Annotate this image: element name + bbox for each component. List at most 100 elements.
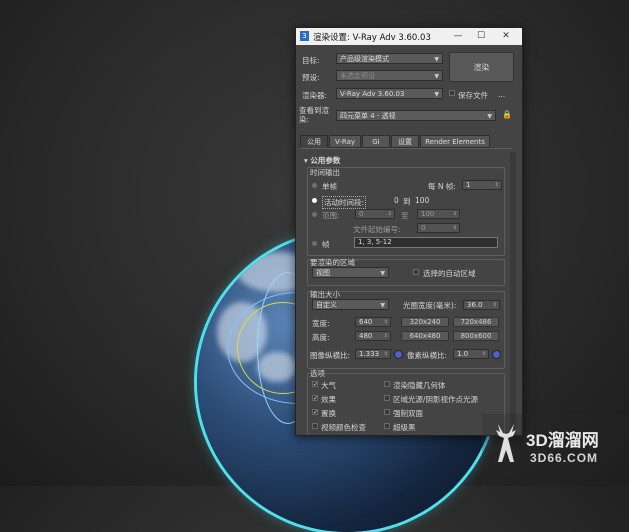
range-to-label: 至 xyxy=(401,211,409,220)
render-button[interactable]: 渲染 xyxy=(449,52,514,82)
frames-label: 帧 xyxy=(322,240,330,249)
auto-region-label: 选择的自动区域 xyxy=(423,269,476,278)
width-value: 640 xyxy=(359,318,373,326)
panel-scrollbar[interactable] xyxy=(510,152,516,435)
spinner-arrows-icon: ⇳ xyxy=(383,333,388,339)
tab-gi[interactable]: GI xyxy=(362,135,390,148)
rollout-title-text: 公用参数 xyxy=(310,156,341,165)
auto-region-checkbox[interactable] xyxy=(413,269,419,275)
preset-value: 未选定预设 xyxy=(340,72,375,80)
range-to-value: 100 xyxy=(421,210,435,218)
preset-800x600-button[interactable]: 800x600 xyxy=(453,331,499,341)
video-color-check-checkbox[interactable] xyxy=(312,423,318,429)
tab-render-elements[interactable]: Render Elements xyxy=(420,135,490,148)
aperture-label: 光圈宽度(毫米): xyxy=(403,301,457,310)
view-label: 查看到渲染: xyxy=(299,106,329,124)
preset-320x240-button[interactable]: 320x240 xyxy=(401,317,449,327)
displacement-label: 置换 xyxy=(321,409,336,418)
single-frame-radio[interactable] xyxy=(312,183,317,188)
view-value: 四元菜单 4 - 透视 xyxy=(340,112,396,120)
area-dropdown[interactable]: 视图 ▼ xyxy=(312,267,389,278)
height-spinner[interactable]: 480 ⇳ xyxy=(355,331,391,341)
output-preset-dropdown[interactable]: 自定义 ▼ xyxy=(312,299,389,310)
lock-icon[interactable]: 🔒 xyxy=(502,110,512,119)
super-black-checkbox[interactable] xyxy=(384,423,390,429)
range-label: 范围: xyxy=(322,211,340,220)
pixel-aspect-value: 1.0 xyxy=(457,350,469,358)
tab-common[interactable]: 公用 xyxy=(300,135,328,148)
atmosphere-label: 大气 xyxy=(321,381,336,390)
every-n-label: 每 N 帧: xyxy=(428,182,456,191)
chevron-down-icon: ▼ xyxy=(434,73,439,80)
active-to-label: 到 xyxy=(403,197,411,206)
preset-640x480-button[interactable]: 640x480 xyxy=(401,331,449,341)
area-lights-label: 区域光源/阴影视作点光源 xyxy=(393,395,479,404)
render-hidden-label: 渲染隐藏几何体 xyxy=(393,381,446,390)
renderer-dropdown[interactable]: V-Ray Adv 3.60.03 ▼ xyxy=(336,88,443,99)
frames-input[interactable]: 1, 3, 5-12 xyxy=(354,237,498,248)
spinner-arrows-icon: ⇳ xyxy=(492,302,497,308)
pixel-aspect-spinner[interactable]: 1.0 ⇳ xyxy=(453,349,489,359)
options-title: 选项 xyxy=(310,369,325,378)
height-label: 高度: xyxy=(312,333,330,342)
app-icon: 3 xyxy=(300,31,309,41)
rollout-title[interactable]: ▾ 公用参数 xyxy=(304,155,340,166)
image-aspect-value: 1.333 xyxy=(359,350,380,358)
chevron-down-icon: ▼ xyxy=(434,56,439,63)
image-aspect-label: 图像纵横比: xyxy=(310,351,351,360)
save-file-checkbox[interactable] xyxy=(449,90,455,96)
force-2sided-checkbox[interactable] xyxy=(384,409,390,415)
frames-radio[interactable] xyxy=(312,241,317,246)
image-aspect-spinner[interactable]: 1.333 ⇳ xyxy=(355,349,391,359)
spinner-arrows-icon: ⇳ xyxy=(383,351,388,357)
spinner-arrows-icon: ⇳ xyxy=(494,182,499,188)
tab-vray[interactable]: V-Ray xyxy=(329,135,361,148)
aperture-value: 36.0 xyxy=(467,301,483,309)
maximize-button[interactable]: ☐ xyxy=(471,30,491,42)
effects-checkbox[interactable]: ✓ xyxy=(312,395,318,402)
width-spinner[interactable]: 640 ⇳ xyxy=(355,317,391,327)
pixel-aspect-lock-icon[interactable] xyxy=(492,350,501,359)
render-setup-dialog: 3 渲染设置: V-Ray Adv 3.60.03 — ☐ ✕ 目标: 产品级渲… xyxy=(295,27,523,436)
effects-label: 效果 xyxy=(321,395,336,404)
pixel-aspect-label: 像素纵横比: xyxy=(407,351,448,360)
active-segment-radio[interactable] xyxy=(312,198,317,203)
active-segment-label: 活动时间段: xyxy=(322,196,367,209)
area-value: 视图 xyxy=(316,269,330,277)
displacement-checkbox[interactable]: ✓ xyxy=(312,409,318,416)
spinner-arrows-icon: ⇳ xyxy=(387,211,392,217)
target-label: 目标: xyxy=(302,56,320,65)
target-dropdown[interactable]: 产品级渲染模式 ▼ xyxy=(336,53,443,64)
spinner-arrows-icon: ⇳ xyxy=(452,225,457,231)
width-label: 宽度: xyxy=(312,319,330,328)
view-dropdown[interactable]: 四元菜单 4 - 透视 ▼ xyxy=(336,110,496,121)
image-aspect-lock-icon[interactable] xyxy=(394,350,403,359)
aperture-spinner[interactable]: 36.0 ⇳ xyxy=(463,300,500,310)
range-from-spinner[interactable]: 0 ⇳ xyxy=(355,209,395,219)
range-to-spinner[interactable]: 100 ⇳ xyxy=(417,209,460,219)
every-n-spinner[interactable]: 1 ⇳ xyxy=(462,180,502,190)
minimize-button[interactable]: — xyxy=(448,30,468,42)
active-from: 0 xyxy=(394,196,399,205)
close-button[interactable]: ✕ xyxy=(496,30,516,42)
video-color-check-label: 视频颜色检查 xyxy=(321,423,366,432)
atmosphere-checkbox[interactable]: ✓ xyxy=(312,381,318,388)
renderer-value: V-Ray Adv 3.60.03 xyxy=(340,90,405,98)
spinner-arrows-icon: ⇳ xyxy=(481,351,486,357)
preset-dropdown[interactable]: 未选定预设 ▼ xyxy=(336,70,443,81)
range-radio[interactable] xyxy=(312,212,317,217)
tab-settings[interactable]: 设置 xyxy=(391,135,419,148)
preset-label: 预设: xyxy=(302,73,320,82)
render-hidden-checkbox[interactable] xyxy=(384,381,390,387)
height-value: 480 xyxy=(359,332,373,340)
file-start-label: 文件起始编号: xyxy=(353,225,401,234)
chevron-down-icon: ▼ xyxy=(380,302,385,309)
save-file-browse[interactable]: ... xyxy=(498,90,505,99)
target-value: 产品级渲染模式 xyxy=(340,55,389,63)
every-n-value: 1 xyxy=(466,181,471,189)
preset-720x486-button[interactable]: 720x486 xyxy=(453,317,499,327)
area-lights-checkbox[interactable] xyxy=(384,395,390,401)
chevron-down-icon: ▼ xyxy=(434,91,439,98)
title-bar: 3 渲染设置: V-Ray Adv 3.60.03 — ☐ ✕ xyxy=(296,28,522,45)
file-start-spinner[interactable]: 0 ⇳ xyxy=(417,223,460,233)
